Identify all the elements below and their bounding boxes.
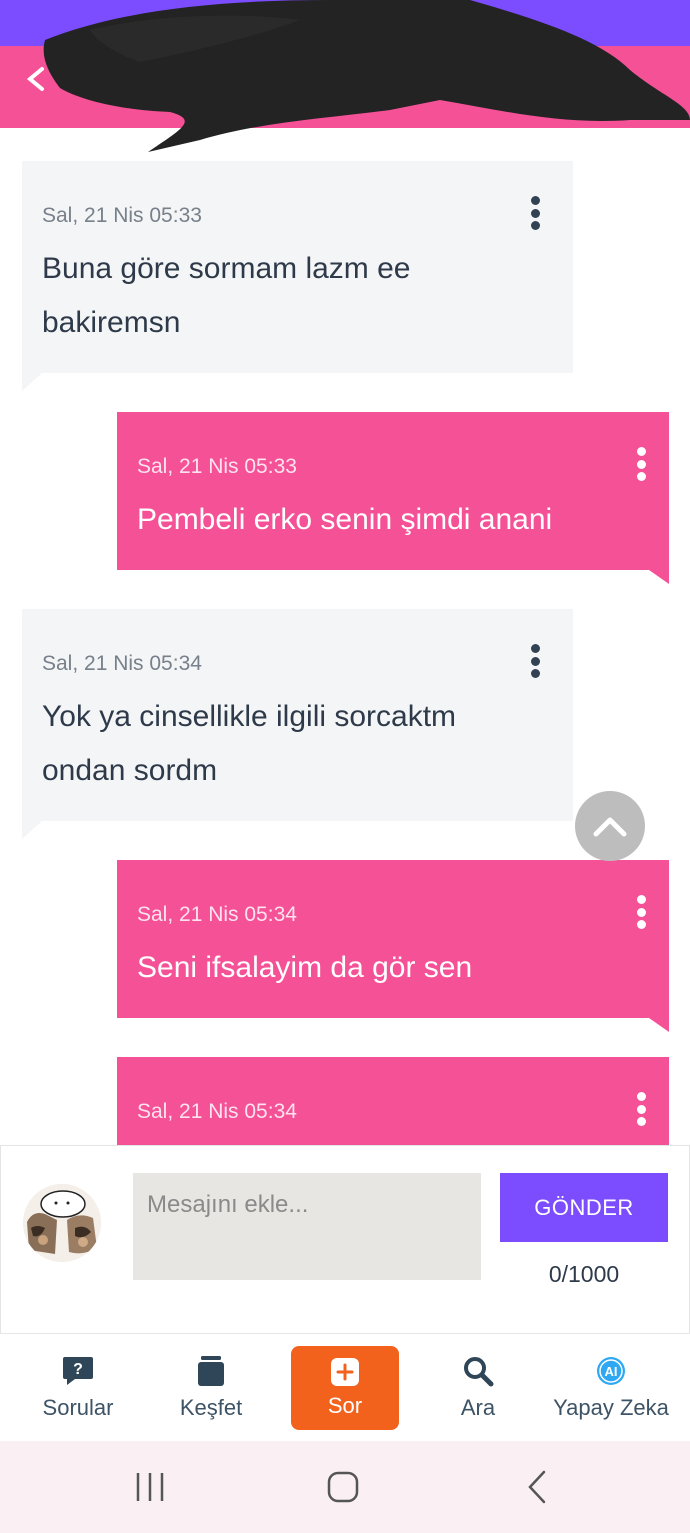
message-input[interactable] [133,1173,481,1280]
nav-item-ara[interactable]: Ara [418,1334,538,1442]
nav-label: Ara [460,1395,496,1420]
scroll-to-top-button[interactable] [575,791,645,861]
more-vertical-icon[interactable] [631,1089,651,1129]
nav-item-sor[interactable]: Sor [291,1346,399,1430]
nav-label: Yapay Zeka [553,1395,669,1420]
nav-label: Sorular [42,1395,114,1420]
bubble-tail [649,570,669,584]
message-outgoing[interactable]: Sal, 21 Nis 05:34 Seni ifsalayim da gör … [117,860,669,1018]
message-outgoing[interactable]: Sal, 21 Nis 05:34 [117,1057,669,1145]
app-screen: Sal, 21 Nis 05:33 Buna göre sormam lazm … [0,0,690,1533]
message-line: Yok ya cinsellikle ilgili sorcaktm [42,700,457,733]
more-vertical-icon[interactable] [631,444,651,484]
more-vertical-icon[interactable] [631,892,651,932]
svg-text:AI: AI [605,1364,618,1379]
bottom-nav: ? Sorular Keşfet Sor Ara AI Yapay Zeka [0,1333,690,1441]
chat-thread[interactable]: Sal, 21 Nis 05:33 Buna göre sormam lazm … [0,128,690,1145]
cards-stack-icon [198,1356,224,1386]
character-counter: 0/1000 [548,1261,620,1287]
message-incoming[interactable]: Sal, 21 Nis 05:33 Buna göre sormam lazm … [22,161,573,373]
message-text: Buna göre sormam lazm ee bakiremsn [42,242,411,350]
bubble-tail [649,1018,669,1032]
message-line: bakiremsn [42,306,181,339]
nav-item-sorular[interactable]: ? Sorular [18,1334,138,1442]
message-line: ondan sordm [42,754,218,787]
nav-item-kesfet[interactable]: Keşfet [151,1334,271,1442]
more-vertical-icon[interactable] [525,193,545,233]
avatar[interactable] [23,1184,101,1262]
send-button[interactable]: GÖNDER [500,1173,668,1242]
message-timestamp: Sal, 21 Nis 05:33 [42,204,202,227]
message-line: Seni ifsalayim da gör sen [137,951,473,984]
nav-item-yapay-zeka[interactable]: AI Yapay Zeka [545,1334,677,1442]
chevron-up-icon [593,817,627,837]
back-icon[interactable] [497,1441,577,1533]
message-timestamp: Sal, 21 Nis 05:34 [42,652,202,675]
ai-badge-icon: AI [597,1357,625,1385]
bubble-tail [22,821,42,839]
message-composer: GÖNDER 0/1000 [0,1145,690,1333]
message-timestamp: Sal, 21 Nis 05:34 [137,903,297,926]
message-line: Buna göre sormam lazm ee [42,252,411,285]
message-timestamp: Sal, 21 Nis 05:33 [137,455,297,478]
nav-label: Keşfet [179,1395,243,1420]
nav-label: Sor [327,1393,363,1418]
more-vertical-icon[interactable] [525,641,545,681]
recent-apps-icon[interactable] [110,1441,190,1533]
plus-box-icon [331,1358,359,1386]
message-text: Pembeli erko senin şimdi anani [137,493,552,547]
message-incoming[interactable]: Sal, 21 Nis 05:34 Yok ya cinsellikle ilg… [22,609,573,821]
message-text: Seni ifsalayim da gör sen [137,941,472,995]
question-bubble-icon: ? [63,1357,93,1385]
back-arrow-icon[interactable] [22,64,52,94]
message-text: Yok ya cinsellikle ilgili sorcaktm ondan… [42,690,456,798]
search-icon [464,1357,494,1387]
home-icon[interactable] [303,1441,383,1533]
system-nav-bar [0,1441,690,1533]
message-timestamp: Sal, 21 Nis 05:34 [137,1100,297,1123]
message-line: Pembeli erko senin şimdi anani [137,503,553,536]
bubble-tail [22,373,42,391]
message-outgoing[interactable]: Sal, 21 Nis 05:33 Pembeli erko senin şim… [117,412,669,570]
app-header [0,46,690,128]
status-bar [0,0,690,46]
svg-text:?: ? [73,1361,83,1378]
